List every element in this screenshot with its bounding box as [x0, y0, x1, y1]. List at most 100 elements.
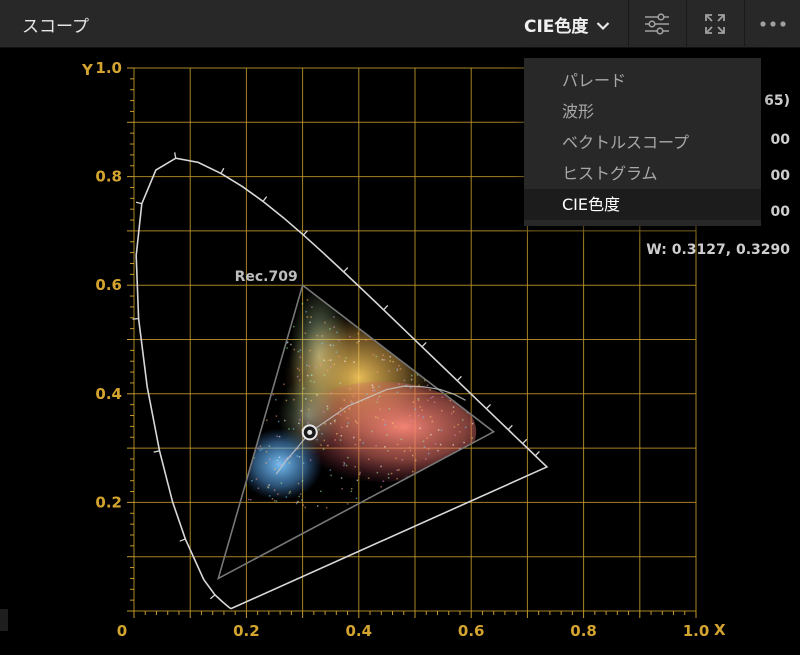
speckle — [423, 320, 426, 322]
y-tick-label: 0.2 — [95, 493, 122, 511]
speckle — [375, 296, 377, 299]
speckle — [342, 309, 344, 312]
speckle — [444, 464, 447, 467]
speckle — [350, 490, 353, 493]
x-tick-label: 0.6 — [458, 622, 485, 640]
speckle — [304, 332, 307, 334]
speckle — [452, 396, 455, 399]
speckle — [266, 419, 268, 421]
speckle — [354, 466, 356, 468]
speckle — [414, 459, 417, 462]
speckle — [456, 372, 458, 374]
speckle — [476, 502, 479, 505]
speckle — [323, 359, 325, 362]
speckle — [272, 350, 274, 353]
speckle — [321, 432, 323, 435]
speckle — [298, 369, 301, 371]
locus-tick — [485, 403, 492, 410]
menu-item-vectorscope[interactable]: ベクトルスコープ — [524, 127, 761, 158]
speckle — [448, 342, 451, 344]
scope-mode-selector[interactable]: CIE色度 — [524, 12, 610, 37]
speckle — [357, 332, 359, 335]
speckle — [444, 494, 446, 496]
speckle — [254, 388, 257, 390]
speckle — [422, 440, 425, 443]
menu-item-parade[interactable]: パレード — [524, 65, 761, 96]
speckle — [421, 359, 423, 362]
expand-button[interactable] — [686, 0, 742, 48]
speckle — [428, 308, 430, 310]
speckle — [382, 419, 384, 421]
speckle — [448, 340, 450, 343]
speckle — [457, 423, 459, 426]
speckle — [354, 443, 357, 446]
speckle — [351, 401, 353, 404]
speckle — [322, 448, 325, 450]
menu-item-waveform[interactable]: 波形 — [524, 96, 761, 127]
speckle — [296, 375, 299, 378]
speckle — [451, 379, 454, 381]
speckle — [270, 303, 273, 306]
speckle — [249, 421, 252, 424]
menu-item-histogram[interactable]: ヒストグラム — [524, 158, 761, 189]
speckle — [430, 397, 432, 399]
speckle — [332, 344, 335, 347]
speckle — [343, 463, 346, 465]
speckle — [261, 312, 264, 315]
speckle — [447, 353, 449, 356]
speckle — [472, 468, 475, 470]
speckle — [345, 464, 348, 467]
menu-item-cie-chromaticity[interactable]: CIE色度 — [524, 189, 761, 220]
speckle — [405, 336, 407, 339]
speckle — [465, 359, 468, 361]
speckle — [250, 498, 252, 501]
speckle — [376, 371, 379, 373]
speckle — [483, 363, 485, 366]
more-options-button[interactable] — [744, 0, 800, 48]
speckle — [329, 359, 332, 361]
speckle — [408, 360, 411, 362]
locus-tick — [220, 167, 225, 174]
speckle — [408, 446, 411, 449]
speckle — [440, 429, 443, 431]
speckle — [309, 380, 312, 382]
speckle — [346, 503, 349, 505]
speckle — [467, 479, 469, 481]
speckle — [389, 355, 392, 358]
speckle — [268, 458, 271, 461]
speckle — [395, 457, 397, 460]
speckle — [392, 422, 394, 424]
white-point-marker — [301, 424, 318, 441]
x-tick-label: 1.0 — [683, 622, 710, 640]
speckle — [350, 293, 352, 296]
speckle — [396, 391, 399, 394]
locus-tick — [522, 438, 528, 445]
speckle — [481, 345, 483, 348]
speckle — [335, 432, 338, 435]
speckle — [258, 348, 260, 351]
speckle — [489, 353, 492, 355]
speckle — [341, 487, 343, 490]
side-handle[interactable] — [0, 609, 8, 631]
speckle — [300, 499, 303, 501]
speckle — [452, 406, 455, 408]
speckle — [257, 447, 260, 450]
speckle — [288, 428, 290, 430]
speckle — [277, 493, 279, 495]
speckle — [345, 357, 347, 359]
speckle — [381, 359, 384, 361]
speckle — [310, 374, 313, 377]
speckle — [493, 440, 494, 443]
speckle — [271, 498, 274, 500]
speckle — [251, 309, 254, 312]
speckle — [449, 329, 451, 332]
scope-settings-button[interactable] — [628, 0, 684, 48]
speckle — [441, 385, 443, 388]
speckle — [335, 351, 338, 353]
speckle — [303, 387, 305, 390]
speckle — [419, 406, 421, 408]
speckle — [268, 484, 270, 486]
speckle — [398, 350, 400, 353]
speckle — [318, 428, 320, 431]
speckle — [488, 454, 490, 457]
